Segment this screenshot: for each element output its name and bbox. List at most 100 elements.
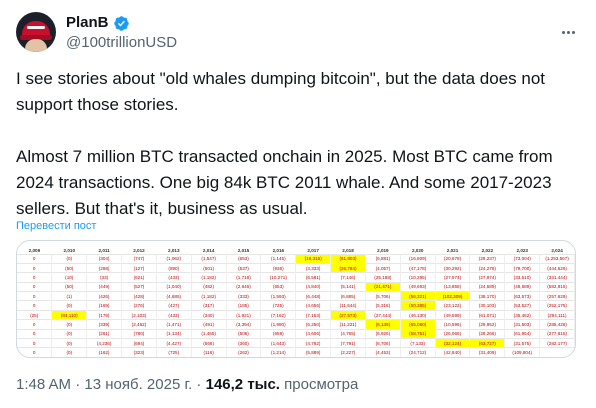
table-cell: (304) — [86, 253, 123, 264]
table-row: 0 (0) (169) (276) (427) (317) (185) (725) (4,656… — [17, 300, 575, 311]
table-cell: (26,784) — [330, 262, 366, 273]
table-cell: (257,629) — [539, 291, 575, 301]
author-handle[interactable]: @100trillionUSD — [66, 34, 177, 52]
table-cell: 0 — [17, 347, 53, 357]
table-cell: (1,921) — [226, 309, 262, 320]
table-cell: (5,889) — [295, 347, 332, 357]
table-cell: (33,510) — [504, 272, 541, 283]
tweet-media-image[interactable]: 2,009 2,010 2,011 2,012 2,013 2,014 2,015 2,016… — [16, 240, 576, 358]
table-cell: 0 — [17, 272, 53, 283]
table-cell: 0 — [17, 300, 53, 311]
table-cell: (780) — [121, 328, 157, 339]
table-cell: (333) — [226, 291, 262, 301]
table-cell: (21,471) — [365, 281, 401, 292]
table-body: 0 (0) (304) (747) (1,062) (1,547) (653) (1,145)… — [17, 253, 575, 357]
table-header-cell: 2,018 — [342, 247, 354, 253]
table-cell: (65,080) — [400, 319, 436, 330]
table-cell: (282,177) — [539, 337, 575, 348]
table-cell: (47,178) — [400, 262, 436, 273]
table-cell: (3,394) — [226, 319, 262, 330]
table-cell: (58,751) — [400, 328, 436, 339]
table-header-cell: 2,012 — [133, 247, 145, 253]
table-cell: (6,581) — [295, 272, 332, 283]
tweet-header: PlanB @100trillionUSD — [16, 12, 580, 56]
table-cell: (50) — [51, 262, 88, 273]
avatar[interactable] — [16, 12, 56, 52]
table-cell: (24,589) — [469, 281, 506, 292]
table-cell: (79,700) — [504, 262, 541, 273]
table-cell: (6,926) — [365, 328, 401, 339]
table-cell: (16,315) — [295, 253, 332, 264]
tweet-time[interactable]: 1:48 AM — [16, 376, 71, 393]
table-cell: (1,214) — [260, 347, 297, 357]
table-cell: (317) — [191, 300, 227, 311]
table-cell: (61,071) — [469, 309, 506, 320]
table-cell: (27,444) — [365, 309, 401, 320]
table-header-cell: 2,009 — [28, 247, 41, 253]
table-cell: (11,221) — [330, 319, 366, 330]
table-header-cell: 2,015 — [237, 247, 250, 253]
table-cell: (3,333) — [295, 262, 332, 273]
table-cell: (4,762) — [295, 337, 332, 348]
table-cell: (6,885) — [330, 291, 366, 301]
table-cell: 0 — [17, 319, 53, 330]
table-cell: (27,573) — [330, 309, 366, 320]
table-cell: (56,321) — [400, 291, 436, 301]
table-cell: (890) — [156, 262, 192, 273]
btc-age-table: 2,009 2,010 2,011 2,012 2,013 2,014 2,015 2,016… — [17, 247, 575, 357]
table-cell: (10,271) — [260, 272, 297, 283]
table-cell: (0) — [51, 300, 88, 311]
table-cell: (42,840) — [435, 347, 471, 357]
translate-post-link[interactable]: Перевести пост — [16, 219, 96, 233]
table-cell: (7,146) — [330, 272, 366, 283]
table-row: 0 (50) (449) (527) (1,040) (482) (2,646) (653)(… — [17, 281, 575, 292]
table-cell: (659) — [260, 328, 297, 339]
table-cell: (169) — [86, 300, 123, 311]
table-cell: (50) — [51, 281, 88, 292]
hat-stripe — [27, 26, 45, 29]
table-cell: (162) — [86, 347, 123, 357]
table-cell: (2,646) — [226, 281, 262, 292]
avatar-face — [25, 39, 47, 52]
table-cell: (5,141) — [330, 281, 366, 292]
table-cell: 0 — [17, 262, 53, 273]
table-cell: (63,573) — [504, 291, 541, 301]
table-cell: (1,182) — [191, 291, 227, 301]
table-cell: (10) — [51, 272, 88, 283]
author-name-row[interactable]: PlanB — [66, 14, 130, 32]
table-cell: (433) — [156, 272, 192, 283]
table-cell: (2,103) — [121, 309, 157, 320]
table-header-cell: 2,016 — [272, 247, 285, 253]
table-cell: (24,712) — [400, 347, 436, 357]
views-label: просмотра — [279, 376, 359, 393]
table-cell: (4,765) — [330, 328, 366, 339]
table-cell: 0 — [17, 328, 53, 339]
table-cell: (31,409) — [469, 347, 506, 357]
table-row: 0 (0) (162) (323) (725) (116) (262) (1,214) (5,8… — [17, 347, 575, 357]
table-cell: (0) — [51, 328, 88, 339]
view-count: 146,2 тыс. — [205, 376, 280, 393]
table-cell: (252,175) — [539, 300, 575, 311]
tweet-meta: 1:48 AM · 13 нояб. 2025 г. · 146,2 тыс. … — [16, 376, 359, 393]
table-cell: (27,974) — [469, 272, 506, 283]
table-cell: 0 — [17, 253, 53, 264]
table-cell: (7,162) — [260, 309, 297, 320]
display-name[interactable]: PlanB — [66, 14, 109, 32]
table-cell: (0) — [51, 319, 88, 330]
table-cell: (294,111) — [539, 309, 575, 320]
table-cell: (428) — [121, 291, 157, 301]
table-cell: (6,250) — [295, 319, 332, 330]
table-cell: (4,057) — [365, 262, 401, 273]
more-options-icon[interactable] — [558, 22, 578, 42]
table-cell: (582,915) — [539, 281, 575, 292]
table-cell: (0) — [51, 253, 88, 264]
table-header-cell: 2,023 — [516, 247, 528, 253]
table-cell: (653) — [226, 253, 262, 264]
tweet-date[interactable]: 13 нояб. 2025 г. — [84, 376, 192, 393]
table-cell: (1,040) — [156, 281, 192, 292]
table-cell: (323) — [121, 347, 157, 357]
table-cell: (7,133) — [400, 337, 436, 348]
table-cell: (449) — [86, 281, 123, 292]
table-cell: (61,954) — [504, 328, 541, 339]
table-cell — [539, 347, 575, 357]
